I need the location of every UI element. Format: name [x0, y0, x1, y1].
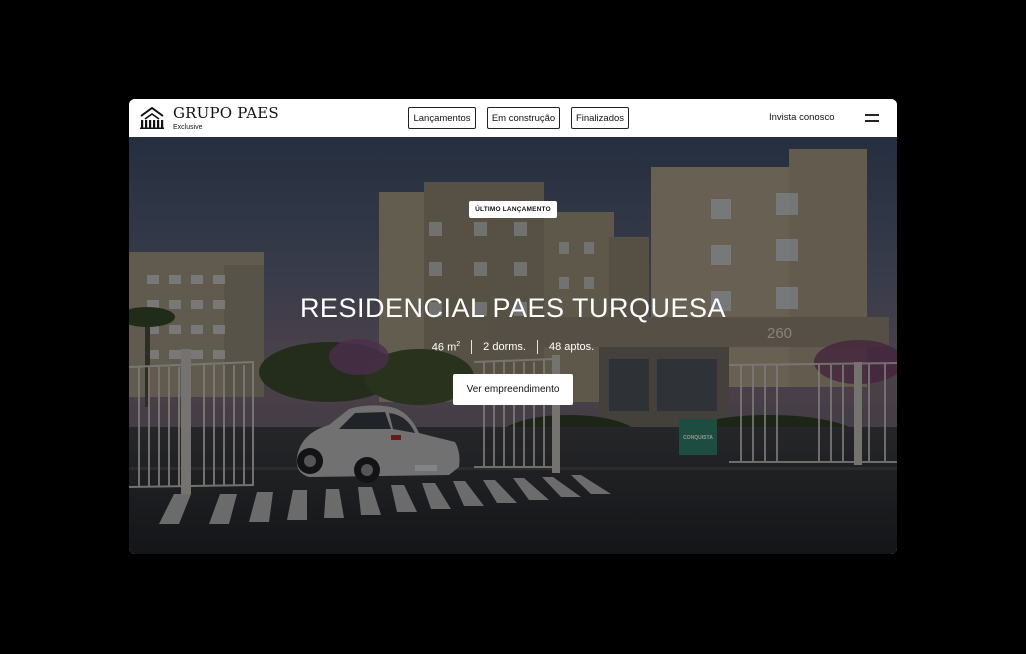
nav-finalizados-button[interactable]: Finalizados	[571, 107, 629, 129]
invest-link[interactable]: Invista conosco	[769, 112, 834, 123]
property-specs: 46 m2 2 dorms. 48 aptos.	[129, 340, 897, 354]
house-building-logo-icon	[140, 107, 164, 129]
brand-text: GRUPO PAES Exclusive	[173, 103, 279, 131]
hero-section: 260 CONQUISTA ÚLTIMO LANÇAMENTO RESIDENC…	[129, 137, 897, 554]
spec-area-unit-superscript: 2	[456, 340, 461, 348]
nav-em-construcao-button[interactable]: Em construção	[487, 107, 560, 129]
spec-divider	[536, 340, 538, 354]
spec-apartments: 48 aptos.	[548, 341, 595, 353]
nav-lancamentos-button[interactable]: Lançamentos	[408, 107, 476, 129]
hero-title: RESIDENCIAL PAES TURQUESA	[299, 293, 727, 323]
spec-area-value: 46 m	[431, 341, 457, 354]
spec-bedrooms: 2 dorms.	[483, 341, 526, 353]
brand-subtitle: Exclusive	[173, 123, 203, 131]
view-development-button[interactable]: Ver empreendimento	[453, 374, 573, 405]
site-header: GRUPO PAES Exclusive Lançamentos Em cons…	[129, 99, 897, 137]
hamburger-menu-icon[interactable]	[865, 112, 879, 123]
brand-name: GRUPO PAES	[173, 103, 279, 122]
spec-divider	[471, 340, 473, 354]
page-frame: GRUPO PAES Exclusive Lançamentos Em cons…	[129, 99, 897, 554]
latest-launch-badge: ÚLTIMO LANÇAMENTO	[469, 201, 557, 218]
brand-logo[interactable]: GRUPO PAES Exclusive	[140, 105, 279, 131]
spec-area: 46 m2	[432, 341, 460, 354]
